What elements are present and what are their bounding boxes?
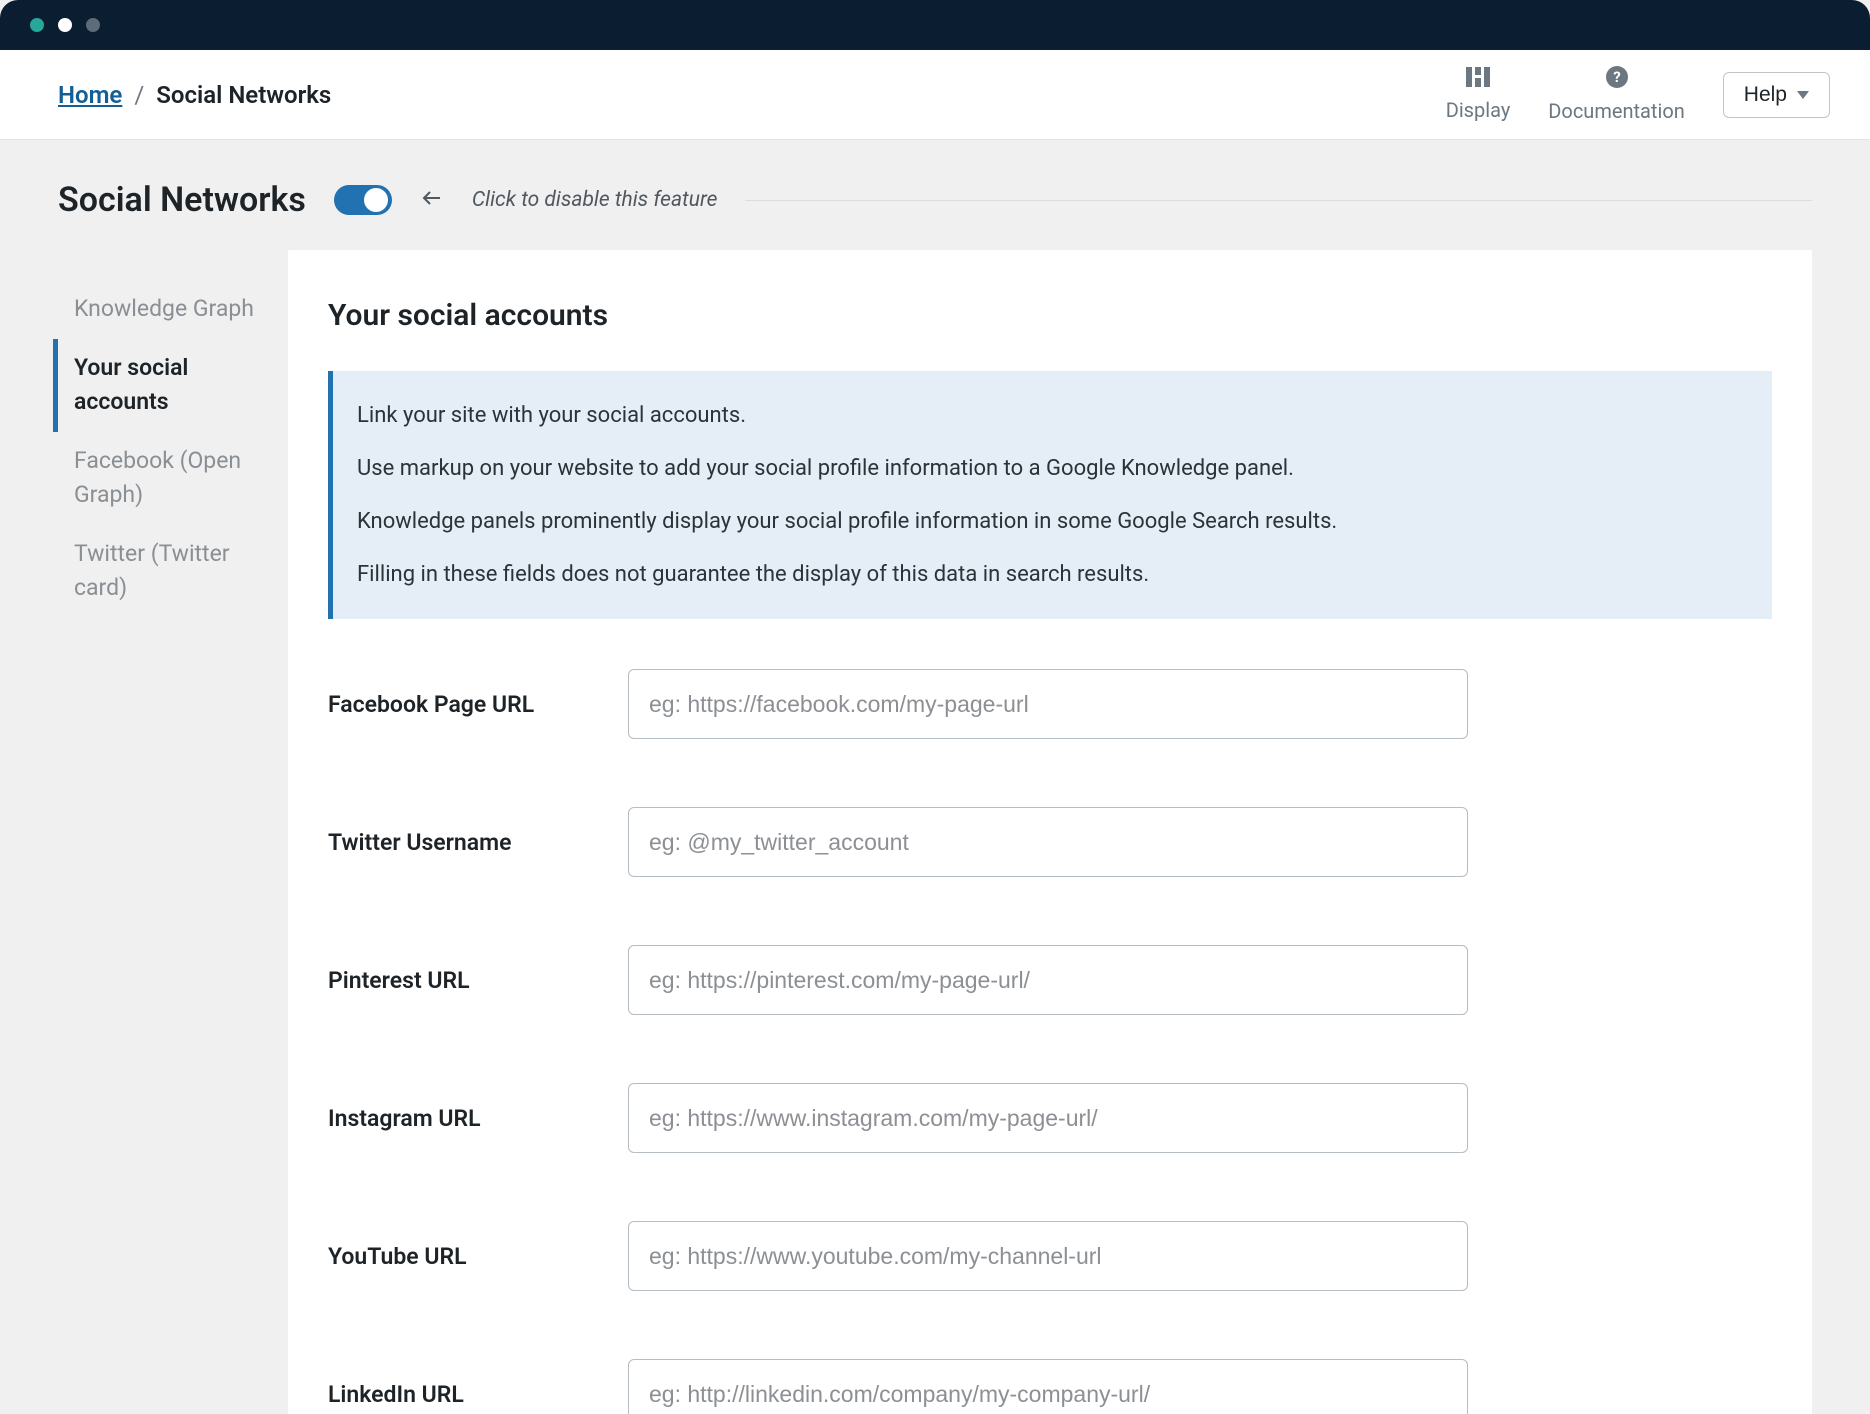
- feature-toggle[interactable]: [334, 185, 392, 215]
- arrow-left-icon: [420, 186, 444, 214]
- field-label: Twitter Username: [328, 829, 628, 856]
- app-window: Home / Social Networks Display ? Documen…: [0, 0, 1870, 1414]
- field-row-facebook: Facebook Page URL: [328, 669, 1772, 739]
- page-title: Social Networks: [58, 180, 306, 220]
- field-row-twitter: Twitter Username: [328, 807, 1772, 877]
- chevron-down-icon: [1797, 91, 1809, 99]
- field-label: Pinterest URL: [328, 967, 628, 994]
- info-line: Use markup on your website to add your s…: [357, 452, 1744, 485]
- field-label: Facebook Page URL: [328, 691, 628, 718]
- breadcrumb-current: Social Networks: [156, 81, 331, 109]
- twitter-username-input[interactable]: [628, 807, 1468, 877]
- window-maximize-dot[interactable]: [86, 18, 100, 32]
- window-titlebar: [0, 0, 1870, 50]
- sidebar-item-twitter-card[interactable]: Twitter (Twitter card): [58, 525, 258, 618]
- documentation-button[interactable]: ? Documentation: [1548, 66, 1685, 123]
- content-area: Knowledge Graph Your social accounts Fac…: [0, 230, 1870, 1414]
- field-row-linkedin: LinkedIn URL: [328, 1359, 1772, 1414]
- field-label: Instagram URL: [328, 1105, 628, 1132]
- sidebar-item-facebook-open-graph[interactable]: Facebook (Open Graph): [58, 432, 258, 525]
- display-button[interactable]: Display: [1446, 67, 1511, 122]
- header-divider: [745, 200, 1812, 201]
- field-row-youtube: YouTube URL: [328, 1221, 1772, 1291]
- display-icon: [1466, 67, 1490, 92]
- breadcrumb-separator: /: [134, 81, 144, 109]
- field-row-pinterest: Pinterest URL: [328, 945, 1772, 1015]
- help-circle-icon: ?: [1606, 66, 1628, 93]
- field-label: LinkedIn URL: [328, 1381, 628, 1408]
- window-close-dot[interactable]: [30, 18, 44, 32]
- sidebar-item-social-accounts[interactable]: Your social accounts: [53, 339, 258, 432]
- top-bar: Home / Social Networks Display ? Documen…: [0, 50, 1870, 140]
- help-label: Help: [1744, 83, 1787, 107]
- field-row-instagram: Instagram URL: [328, 1083, 1772, 1153]
- topbar-right: Display ? Documentation Help: [1446, 66, 1830, 123]
- info-line: Filling in these fields does not guarant…: [357, 558, 1744, 591]
- youtube-url-input[interactable]: [628, 1221, 1468, 1291]
- sidebar: Knowledge Graph Your social accounts Fac…: [58, 250, 258, 618]
- info-box: Link your site with your social accounts…: [328, 371, 1772, 619]
- linkedin-url-input[interactable]: [628, 1359, 1468, 1414]
- instagram-url-input[interactable]: [628, 1083, 1468, 1153]
- info-line: Link your site with your social accounts…: [357, 399, 1744, 432]
- sidebar-item-knowledge-graph[interactable]: Knowledge Graph: [58, 280, 258, 339]
- toggle-hint: Click to disable this feature: [472, 188, 718, 212]
- breadcrumb: Home / Social Networks: [58, 81, 331, 109]
- info-line: Knowledge panels prominently display you…: [357, 505, 1744, 538]
- documentation-label: Documentation: [1548, 99, 1685, 123]
- section-heading: Your social accounts: [328, 298, 1772, 333]
- page-header: Social Networks Click to disable this fe…: [0, 140, 1870, 230]
- pinterest-url-input[interactable]: [628, 945, 1468, 1015]
- display-label: Display: [1446, 98, 1511, 122]
- help-dropdown[interactable]: Help: [1723, 72, 1830, 118]
- svg-text:?: ?: [1613, 68, 1620, 86]
- window-minimize-dot[interactable]: [58, 18, 72, 32]
- breadcrumb-home-link[interactable]: Home: [58, 81, 122, 109]
- facebook-url-input[interactable]: [628, 669, 1468, 739]
- main-panel: Your social accounts Link your site with…: [288, 250, 1812, 1414]
- field-label: YouTube URL: [328, 1243, 628, 1270]
- toggle-knob: [364, 188, 388, 212]
